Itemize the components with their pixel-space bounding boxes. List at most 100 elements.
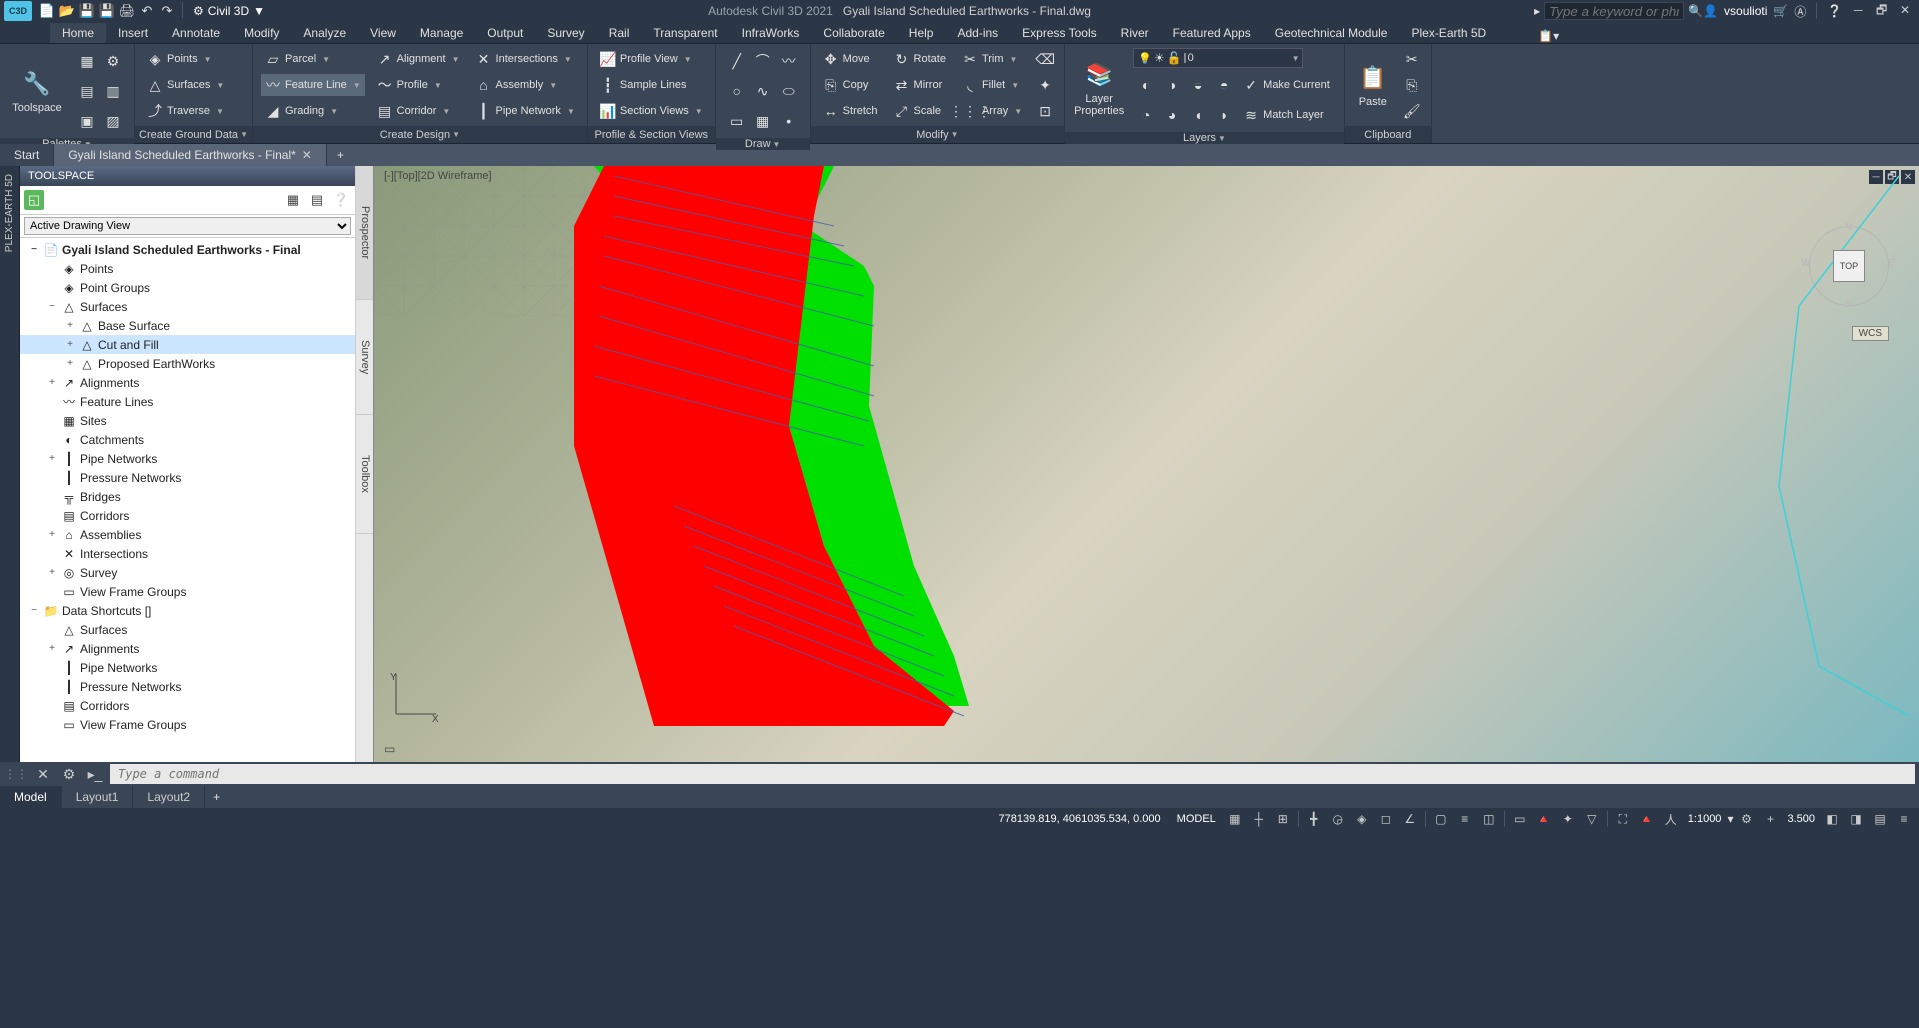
side-tab-survey[interactable]: Survey — [356, 300, 373, 415]
custom-icon[interactable]: ≡ — [1893, 810, 1915, 828]
surfaces-button[interactable]: △Surfaces▼ — [143, 74, 228, 96]
tab-transparent[interactable]: Transparent — [641, 23, 729, 43]
view-cube[interactable]: N S W E TOP — [1809, 226, 1889, 306]
expand-icon[interactable]: + — [46, 453, 58, 464]
side-tab-prospector[interactable]: Prospector — [356, 166, 373, 300]
snap2-icon[interactable]: ⊞ — [1272, 810, 1294, 828]
lw-icon[interactable]: ≡ — [1454, 810, 1476, 828]
plot-icon[interactable]: 🖨 — [118, 2, 136, 20]
match-layer-button[interactable]: ≋Match Layer — [1239, 104, 1328, 126]
tab-river[interactable]: River — [1109, 23, 1161, 43]
tab-featured[interactable]: Featured Apps — [1161, 23, 1263, 43]
tree-node[interactable]: +△Proposed EarthWorks — [20, 354, 355, 373]
bottom-tab-model[interactable]: Model — [0, 786, 62, 808]
bottom-tab-layout1[interactable]: Layout1 — [62, 786, 134, 808]
ts-refresh-icon[interactable]: ◱ — [24, 190, 44, 210]
tab-infraworks[interactable]: InfraWorks — [730, 23, 812, 43]
cmd-grip-icon[interactable]: ⋮⋮ — [4, 767, 28, 781]
tree-node[interactable]: +△Base Surface — [20, 316, 355, 335]
tree-node[interactable]: −📁Data Shortcuts [] — [20, 601, 355, 620]
rotate-button[interactable]: ↻Rotate — [890, 48, 950, 70]
layer-dropdown[interactable]: 💡 ☀ 🔓 ▼ — [1133, 48, 1303, 68]
traverse-button[interactable]: ⤴Traverse▼ — [143, 100, 228, 122]
tree-node[interactable]: △Surfaces — [20, 620, 355, 639]
user-icon[interactable]: 👤 — [1703, 4, 1718, 18]
iso-icon[interactable]: ◈ — [1351, 810, 1373, 828]
toolspace-view-selector[interactable]: Active Drawing View — [20, 215, 355, 238]
filter-icon[interactable]: ▽ — [1581, 810, 1603, 828]
corridor-button[interactable]: ▤Corridor▼ — [373, 100, 464, 122]
tree-node[interactable]: +┃Pipe Networks — [20, 449, 355, 468]
layer-icon-h[interactable]: ◗ — [1213, 104, 1235, 126]
tab-express[interactable]: Express Tools — [1010, 23, 1108, 43]
layer-icon-a[interactable]: ◐ — [1135, 74, 1157, 96]
palette-icon-5[interactable]: ▣ — [76, 110, 98, 132]
tree-node[interactable]: ▭View Frame Groups — [20, 582, 355, 601]
undo-icon[interactable]: ↶ — [138, 2, 156, 20]
3d-icon[interactable]: 🔺 — [1533, 810, 1555, 828]
cart-icon[interactable]: 🛒 — [1773, 4, 1788, 18]
expand-icon[interactable]: − — [28, 605, 40, 616]
sel-icon[interactable]: ▭ — [1509, 810, 1531, 828]
layer-icon-e[interactable]: ◔ — [1135, 104, 1157, 126]
tree-node[interactable]: ╦Bridges — [20, 487, 355, 506]
tab-annotate[interactable]: Annotate — [160, 23, 232, 43]
search-arrow-icon[interactable]: ▸ — [1534, 4, 1540, 18]
profile-button[interactable]: 〜Profile▼ — [373, 74, 464, 96]
tab-home[interactable]: Home — [50, 23, 106, 43]
offset-icon[interactable]: ⊡ — [1034, 100, 1056, 122]
feature-line-button[interactable]: 〰Feature Line▼ — [261, 74, 365, 96]
file-tab-current[interactable]: Gyali Island Scheduled Earthworks - Fina… — [54, 144, 327, 166]
tree-node[interactable]: ┃Pipe Networks — [20, 658, 355, 677]
lock-ui-icon[interactable]: + — [1759, 810, 1781, 828]
workspace-dropdown[interactable]: ⚙ Civil 3D ▼ — [193, 4, 265, 18]
tab-output[interactable]: Output — [475, 23, 535, 43]
help-icon[interactable]: ❔ — [1827, 4, 1842, 18]
tree-node[interactable]: +◎Survey — [20, 563, 355, 582]
spline-icon[interactable]: ∿ — [752, 80, 774, 102]
open-icon[interactable]: 📂 — [58, 2, 76, 20]
minimize-icon[interactable]: ─ — [1848, 1, 1868, 19]
palette-icon-3[interactable]: ▤ — [76, 80, 98, 102]
new-icon[interactable]: 📄 — [38, 2, 56, 20]
grading-button[interactable]: ◢Grading▼ — [261, 100, 365, 122]
anno2-icon[interactable]: 人 — [1660, 810, 1682, 828]
add-tab-button[interactable]: + — [327, 148, 354, 162]
tree-node[interactable]: −△Surfaces — [20, 297, 355, 316]
status-rotation[interactable]: 3.500 — [1783, 813, 1819, 825]
mirror-button[interactable]: ⇄Mirror — [890, 74, 950, 96]
trans-icon[interactable]: ◫ — [1478, 810, 1500, 828]
layer-name-input[interactable] — [1188, 52, 1288, 64]
layer-icon-c[interactable]: ◒ — [1187, 74, 1209, 96]
tree-node[interactable]: ◈Point Groups — [20, 278, 355, 297]
scale-button[interactable]: ⤢Scale — [890, 100, 950, 122]
clean-icon[interactable]: ▤ — [1869, 810, 1891, 828]
tree-node[interactable]: ▤Corridors — [20, 506, 355, 525]
cmd-close-icon[interactable]: ✕ — [32, 763, 54, 785]
hw-icon[interactable]: ◨ — [1845, 810, 1867, 828]
parcel-button[interactable]: ▱Parcel▼ — [261, 48, 365, 70]
tree-node[interactable]: ┃Pressure Networks — [20, 677, 355, 696]
palette-icon-4[interactable]: ▥ — [102, 80, 124, 102]
dyn-icon[interactable]: ▢ — [1430, 810, 1452, 828]
palette-icon-6[interactable]: ▨ — [102, 110, 124, 132]
sample-lines-button[interactable]: ┇Sample Lines — [596, 74, 707, 96]
iso-draft-icon[interactable]: ◧ — [1821, 810, 1843, 828]
tab-modify[interactable]: Modify — [232, 23, 291, 43]
paste-button[interactable]: 📋 Paste — [1351, 47, 1395, 123]
line-icon[interactable]: ╱ — [726, 50, 748, 72]
assembly-button[interactable]: ⌂Assembly▼ — [472, 74, 579, 96]
file-tab-start[interactable]: Start — [0, 144, 54, 166]
tab-help[interactable]: Help — [897, 23, 946, 43]
tab-collaborate[interactable]: Collaborate — [811, 23, 896, 43]
layer-props-button[interactable]: 📚 Layer Properties — [1071, 50, 1127, 126]
polar-icon[interactable]: ◶ — [1327, 810, 1349, 828]
tree-node[interactable]: ◈Points — [20, 259, 355, 278]
add-layout-button[interactable]: + — [205, 790, 228, 804]
otrack-icon[interactable]: ∠ — [1399, 810, 1421, 828]
tree-node[interactable]: 〰Feature Lines — [20, 392, 355, 411]
tab-analyze[interactable]: Analyze — [291, 23, 358, 43]
points-button[interactable]: ◈Points▼ — [143, 48, 228, 70]
move-button[interactable]: ✥Move — [819, 48, 882, 70]
close-tab-icon[interactable]: ✕ — [302, 148, 312, 162]
